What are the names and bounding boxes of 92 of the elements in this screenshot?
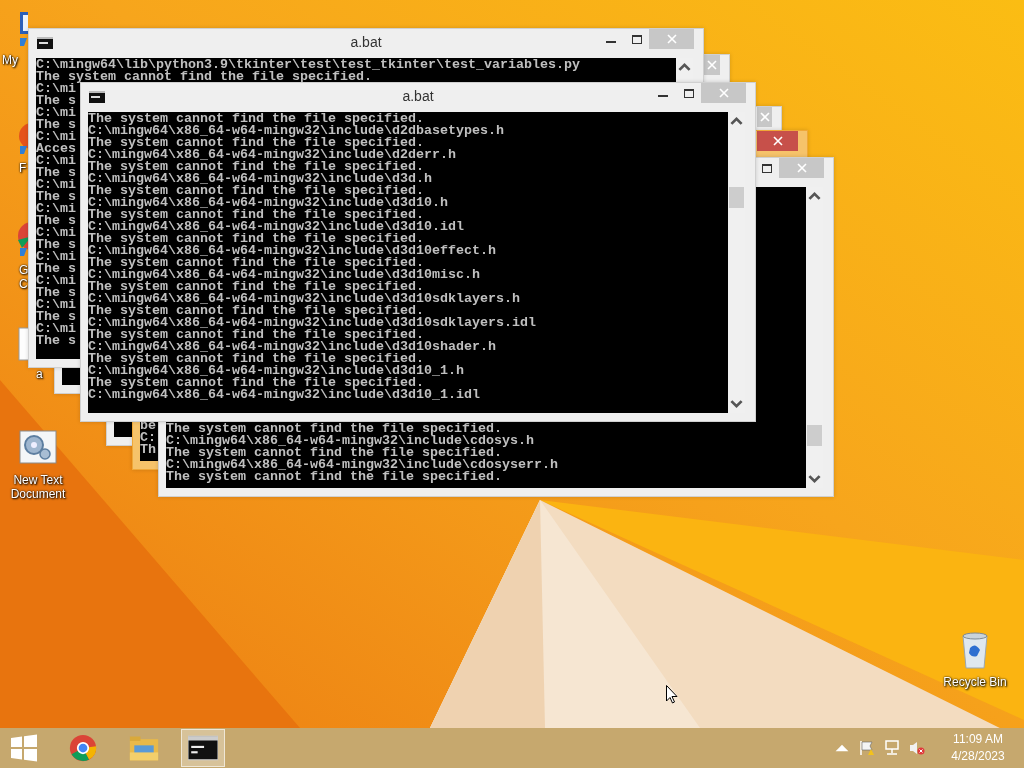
clock[interactable]: 11:09 AM 4/28/2023 (942, 731, 1014, 765)
console-line: C:\mingw64\x86_64-w64-mingw32\include\d3d10_1.h (88, 365, 464, 377)
close-button[interactable] (757, 107, 772, 127)
console-line: The s (36, 335, 76, 347)
window-title: a.bat (349, 34, 383, 50)
console-line: The system cannot find the file specified. (88, 329, 424, 341)
console-line: The s (36, 311, 76, 323)
console-line: The system cannot find the file specified. (88, 257, 424, 269)
icon-label: C (19, 277, 28, 291)
close-icon (796, 163, 807, 173)
console-line: C:\mingw64\x86_64-w64-mingw32\include\d3d10_1.idl (88, 389, 480, 401)
console-line: C:\mi (36, 323, 76, 335)
icon-label: Recycle Bin (943, 675, 1007, 689)
console-line: C:\mi (36, 83, 76, 95)
console-line: The s (36, 167, 76, 179)
console-line: The s (36, 239, 76, 251)
console-line: C:\mingw64\x86_64-w64-mingw32\include\cdosys.h (166, 435, 534, 447)
console-line: C:\mingw64\x86_64-w64-mingw32\include\d3d10.h (88, 197, 448, 209)
console-line: C:\mi (36, 203, 76, 215)
console-line: C:\mi (36, 275, 76, 287)
console-line: C:\mi (36, 251, 76, 263)
maximize-icon (762, 163, 772, 173)
minimize-icon (606, 41, 616, 43)
icon-label: a (36, 367, 43, 381)
console-line: C:\mingw64\x86_64-w64-mingw32\include\d2derr.h (88, 149, 456, 161)
console-line: C:\mingw64\x86_64-w64-mingw32\include\d3d10.idl (88, 221, 464, 233)
console-line: C:\mi (36, 107, 76, 119)
console-line: The s (36, 95, 76, 107)
maximize-icon (632, 34, 642, 44)
close-icon (759, 112, 770, 122)
clock-date: 4/28/2023 (951, 748, 1005, 765)
close-icon (706, 60, 717, 70)
console-line: C:\mingw64\lib\python3.9\tkinter\test\test_tkinter\test_variables.py (36, 59, 580, 71)
console-line: The system cannot find the file specified. (36, 71, 372, 83)
windows-logo-icon (9, 734, 39, 762)
console-line: Acces (36, 143, 76, 155)
console-line: C: (140, 432, 156, 444)
console-line: The system cannot find the file specified. (88, 137, 424, 149)
close-icon (772, 136, 783, 146)
console-line: The system cannot find the file specified. (88, 113, 424, 125)
console-line: The s (36, 287, 76, 299)
console-line: C:\mingw64\x86_64-w64-mingw32\include\cdosyserr.h (166, 459, 558, 471)
icon-label: New Text Document (9, 473, 67, 501)
console-line: C:\mi (36, 155, 76, 167)
console-line: The system cannot find the file specified. (88, 281, 424, 293)
console-icon (188, 734, 218, 762)
console-line: C:\mi (36, 227, 76, 239)
console-line: The system cannot find the file specified. (88, 185, 424, 197)
close-button[interactable] (757, 131, 798, 151)
close-icon (718, 88, 729, 98)
scroll-thumb[interactable] (729, 187, 744, 208)
console-line: The s (36, 119, 76, 131)
console-line: The s (36, 191, 76, 203)
folder-icon (129, 734, 159, 762)
console-line: The system cannot find the file specified. (88, 233, 424, 245)
console-line: The system cannot find the file specified. (166, 423, 502, 435)
scroll-thumb[interactable] (807, 425, 822, 446)
network-icon[interactable] (884, 740, 900, 756)
console-icon (37, 37, 53, 49)
console-line: C:\mi (36, 131, 76, 143)
maximize-icon (684, 88, 694, 98)
console-line: The system cannot find the file specified. (166, 447, 502, 459)
console-line: C:\mi (36, 299, 76, 311)
console-icon (89, 91, 105, 103)
icon-label: My (2, 53, 18, 67)
console-line: The system cannot find the file specified. (166, 471, 502, 483)
console-line: C:\mingw64\x86_64-w64-mingw32\include\d3d10sdklayers.idl (88, 317, 536, 329)
console-line: C:\mingw64\x86_64-w64-mingw32\include\d3d10misc.h (88, 269, 480, 281)
console-line: C:\mingw64\x86_64-w64-mingw32\include\d3d10sdklayers.h (88, 293, 520, 305)
console-line: The s (36, 215, 76, 227)
flag-icon[interactable] (859, 740, 875, 756)
console-line: The system cannot find the file specified. (88, 305, 424, 317)
taskbar-button[interactable] (181, 729, 225, 767)
minimize-icon (658, 95, 668, 97)
console-line: The system cannot find the file specified. (88, 353, 424, 365)
console-line: The s (36, 263, 76, 275)
console-line: The system cannot find the file specified. (88, 377, 424, 389)
close-icon (666, 34, 677, 44)
console-line: C:\mingw64\x86_64-w64-mingw32\include\d3d.h (88, 173, 432, 185)
icon-label: F (19, 161, 27, 175)
console-line: C:\mingw64\x86_64-w64-mingw32\include\d2dbasetypes.h (88, 125, 504, 137)
icon-label: G (19, 263, 29, 277)
console-line: C:\mi (36, 179, 76, 191)
console-line: C:\mingw64\x86_64-w64-mingw32\include\d3d10effect.h (88, 245, 496, 257)
clock-time: 11:09 AM (953, 731, 1003, 748)
console-line: The system cannot find the file specified. (88, 161, 424, 173)
window-title: a.bat (401, 88, 435, 104)
console-line: The system cannot find the file specified. (88, 209, 424, 221)
console-line: Th (140, 444, 156, 456)
console-line: C:\mingw64\x86_64-w64-mingw32\include\d3d10shader.h (88, 341, 496, 353)
mouse-pointer-icon (666, 685, 678, 704)
muted-speaker-icon[interactable] (909, 740, 925, 756)
